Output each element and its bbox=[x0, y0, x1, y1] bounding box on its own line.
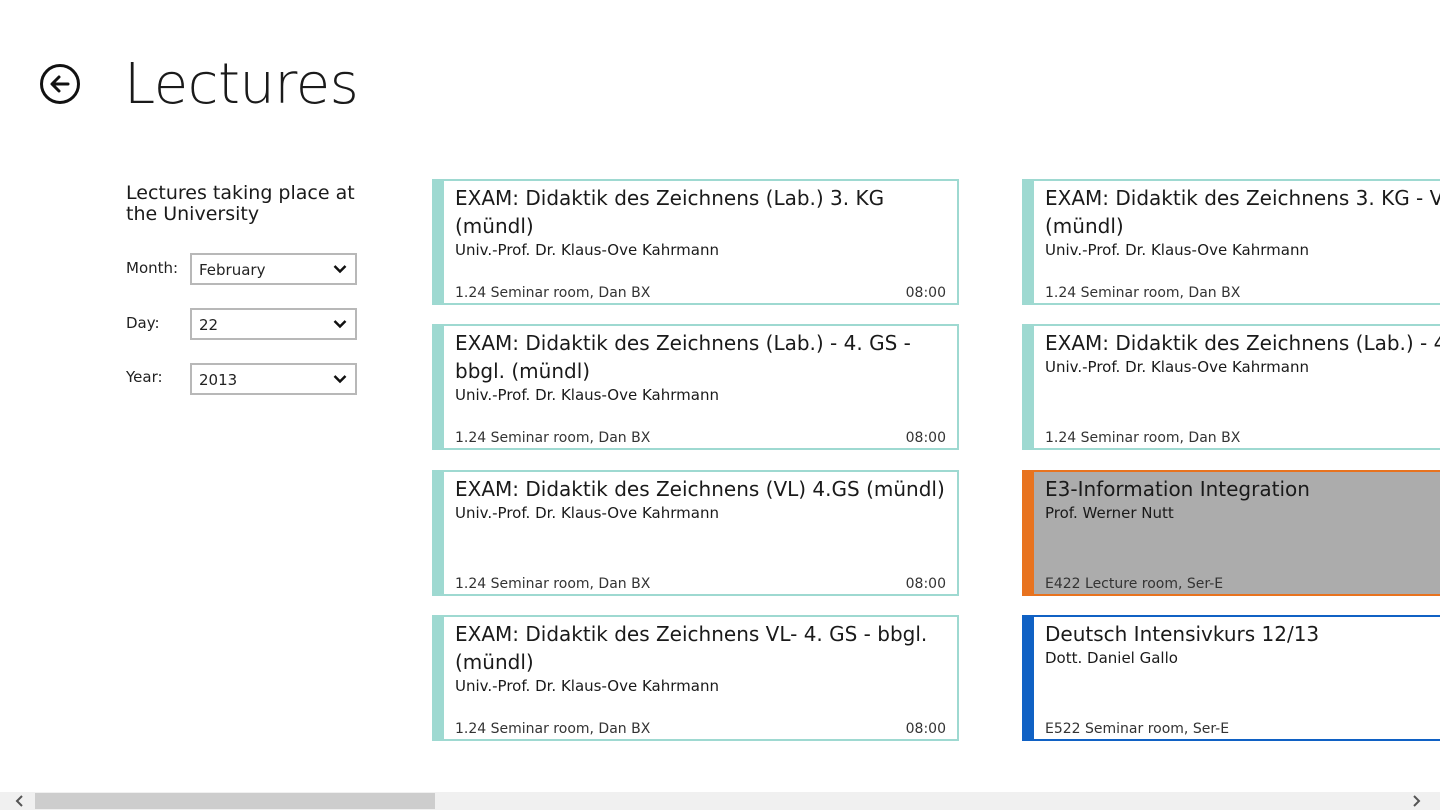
chevron-down-icon bbox=[333, 265, 347, 274]
year-value: 2013 bbox=[199, 371, 238, 389]
lecture-card-selected[interactable]: E3-Information Integration Prof. Werner … bbox=[1022, 470, 1440, 596]
lecture-card[interactable]: EXAM: Didaktik des Zeichnens (VL) 4.GS (… bbox=[432, 470, 959, 596]
lecture-title: E3-Information Integration Prof. Werner … bbox=[1045, 475, 1310, 523]
page-title: Lectures bbox=[124, 52, 359, 117]
lecture-card[interactable]: EXAM: Didaktik des Zeichnens (Lab.) - 4.… bbox=[1022, 324, 1440, 450]
chevron-down-icon bbox=[333, 375, 347, 384]
lecture-title: Deutsch Intensivkurs 12/13 Dott. Daniel … bbox=[1045, 620, 1319, 668]
lecture-room: E422 Lecture room, Ser-E bbox=[1045, 576, 1224, 592]
lecture-lecturer: Prof. Werner Nutt bbox=[1045, 504, 1174, 522]
lecture-time: 08:00 bbox=[905, 576, 946, 592]
lecture-time: 08:00 bbox=[905, 721, 946, 737]
lecture-lecturer: Univ.-Prof. Dr. Klaus-Ove Kahrmann bbox=[455, 386, 719, 404]
chevron-down-icon bbox=[333, 320, 347, 329]
lecture-title-text: EXAM: Didaktik des Zeichnens (Lab.) 3. K… bbox=[455, 186, 885, 238]
lecture-title: EXAM: Didaktik des Zeichnens (Lab.) - 4.… bbox=[455, 329, 949, 405]
month-value: February bbox=[199, 261, 266, 279]
lecture-room: 1.24 Seminar room, Dan BX bbox=[455, 721, 651, 737]
lecture-room: 1.24 Seminar room, Dan BX bbox=[1045, 285, 1241, 301]
horizontal-scrollbar[interactable] bbox=[0, 792, 1440, 810]
year-label: Year: bbox=[126, 368, 163, 386]
lecture-title: EXAM: Didaktik des Zeichnens VL- 4. GS -… bbox=[455, 620, 949, 696]
lecture-room: 1.24 Seminar room, Dan BX bbox=[455, 430, 651, 446]
lecture-lecturer: Univ.-Prof. Dr. Klaus-Ove Kahrmann bbox=[1045, 241, 1309, 259]
chevron-right-icon[interactable] bbox=[1408, 794, 1424, 808]
lecture-lecturer: Univ.-Prof. Dr. Klaus-Ove Kahrmann bbox=[1045, 358, 1309, 376]
lecture-room: 1.24 Seminar room, Dan BX bbox=[455, 576, 651, 592]
lecture-lecturer: Dott. Daniel Gallo bbox=[1045, 649, 1178, 667]
lecture-title-text: EXAM: Didaktik des Zeichnens (VL) 4.GS (… bbox=[455, 477, 945, 501]
lecture-title: EXAM: Didaktik des Zeichnens (Lab.) - 4.… bbox=[1045, 329, 1440, 377]
lecture-title-text: E3-Information Integration bbox=[1045, 477, 1310, 501]
year-select[interactable]: 2013 bbox=[190, 363, 357, 395]
lecture-title: EXAM: Didaktik des Zeichnens (VL) 4.GS (… bbox=[455, 475, 949, 523]
scrollbar-thumb[interactable] bbox=[35, 793, 435, 809]
lecture-time: 08:00 bbox=[905, 285, 946, 301]
lecture-title-text: EXAM: Didaktik des Zeichnens (Lab.) - 4.… bbox=[1045, 331, 1440, 355]
back-button[interactable] bbox=[40, 64, 80, 104]
lecture-room: 1.24 Seminar room, Dan BX bbox=[1045, 430, 1241, 446]
lecture-title: EXAM: Didaktik des Zeichnens (Lab.) 3. K… bbox=[455, 184, 949, 260]
lecture-room: 1.24 Seminar room, Dan BX bbox=[455, 285, 651, 301]
month-label: Month: bbox=[126, 259, 179, 277]
lecture-card[interactable]: EXAM: Didaktik des Zeichnens VL- 4. GS -… bbox=[432, 615, 959, 741]
lecture-lecturer: Univ.-Prof. Dr. Klaus-Ove Kahrmann bbox=[455, 241, 719, 259]
lecture-card[interactable]: EXAM: Didaktik des Zeichnens (Lab.) - 4.… bbox=[432, 324, 959, 450]
lecture-title-text: Deutsch Intensivkurs 12/13 bbox=[1045, 622, 1320, 646]
lecture-title-text: EXAM: Didaktik des Zeichnens 3. KG - Vor… bbox=[1045, 186, 1440, 238]
lecture-title-text: EXAM: Didaktik des Zeichnens (Lab.) - 4.… bbox=[455, 331, 911, 383]
lecture-time: 08:00 bbox=[905, 430, 946, 446]
lecture-card[interactable]: Deutsch Intensivkurs 12/13 Dott. Daniel … bbox=[1022, 615, 1440, 741]
lecture-room: E522 Seminar room, Ser-E bbox=[1045, 721, 1230, 737]
month-select[interactable]: February bbox=[190, 253, 357, 285]
lecture-card[interactable]: EXAM: Didaktik des Zeichnens (Lab.) 3. K… bbox=[432, 179, 959, 305]
lecture-lecturer: Univ.-Prof. Dr. Klaus-Ove Kahrmann bbox=[455, 677, 719, 695]
lecture-card[interactable]: EXAM: Didaktik des Zeichnens 3. KG - Vor… bbox=[1022, 179, 1440, 305]
back-arrow-icon bbox=[50, 75, 70, 93]
chevron-left-icon[interactable] bbox=[12, 794, 28, 808]
day-value: 22 bbox=[199, 316, 219, 334]
lecture-title: EXAM: Didaktik des Zeichnens 3. KG - Vor… bbox=[1045, 184, 1440, 260]
lecture-title-text: EXAM: Didaktik des Zeichnens VL- 4. GS -… bbox=[455, 622, 928, 674]
day-select[interactable]: 22 bbox=[190, 308, 357, 340]
lecture-lecturer: Univ.-Prof. Dr. Klaus-Ove Kahrmann bbox=[455, 504, 719, 522]
day-label: Day: bbox=[126, 314, 160, 332]
filter-heading: Lectures taking place at the University bbox=[126, 182, 355, 225]
